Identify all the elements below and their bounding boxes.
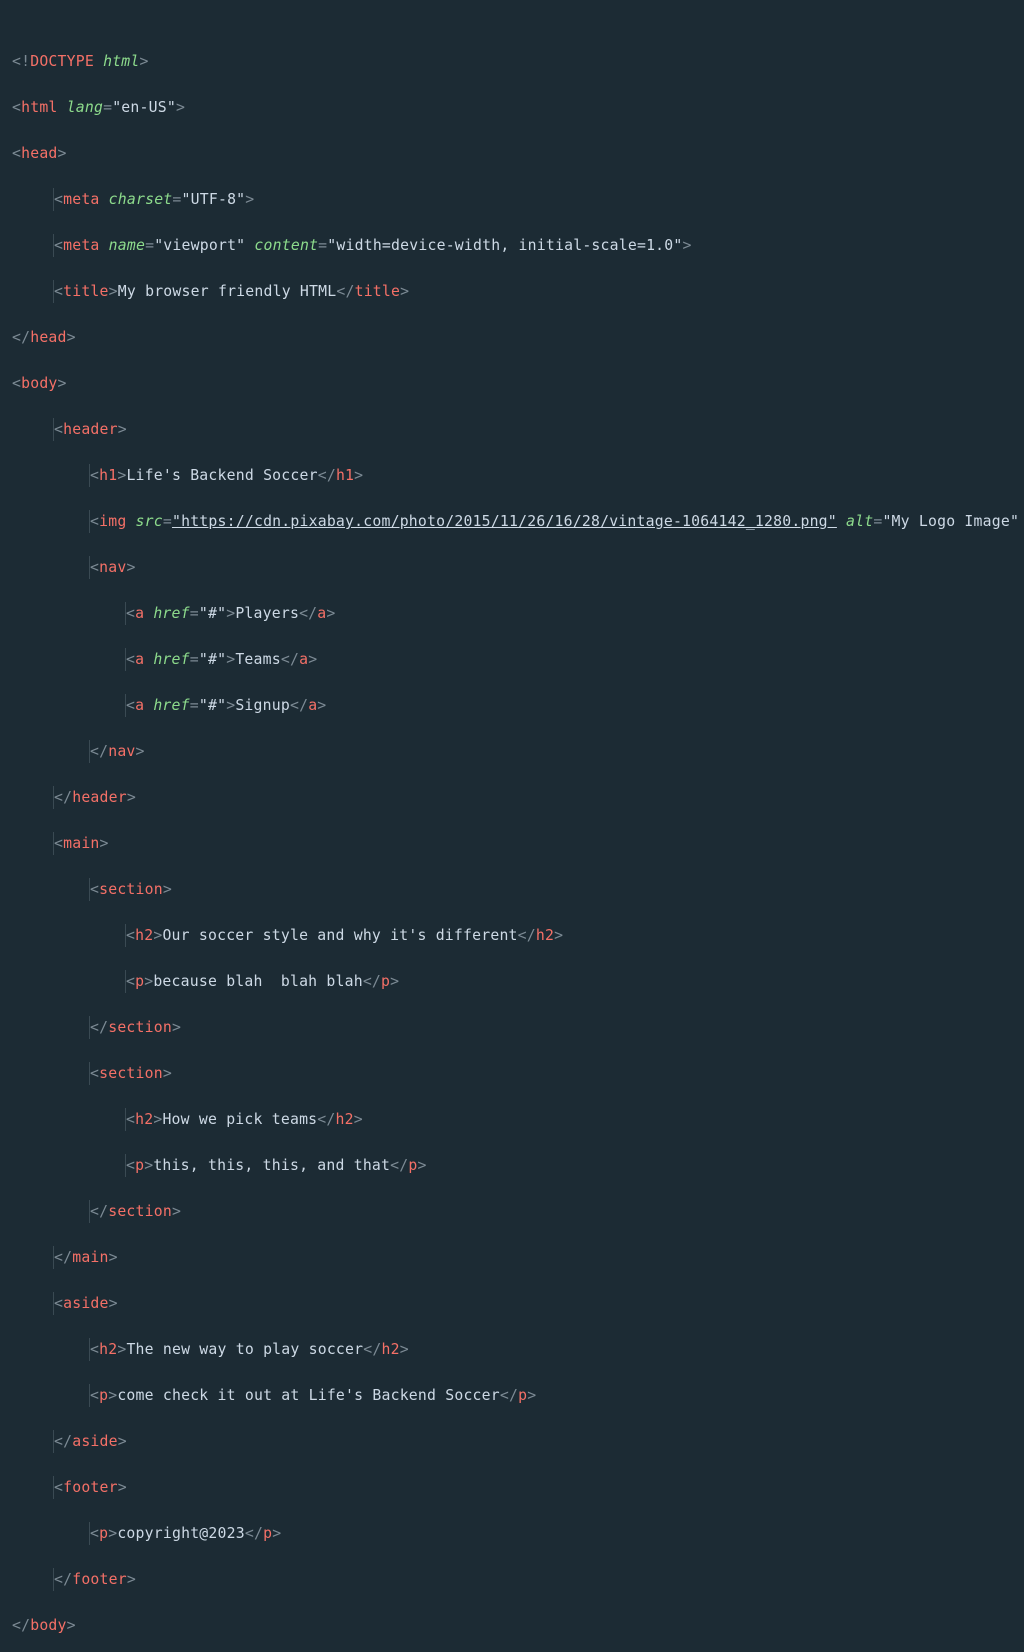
code-line: <section> <box>6 878 1018 901</box>
code-line: <body> <box>6 372 1018 395</box>
code-line: </aside> <box>6 1430 1018 1453</box>
code-line: <title>My browser friendly HTML</title> <box>6 280 1018 303</box>
code-line: <header> <box>6 418 1018 441</box>
code-line: <p>copyright@2023</p> <box>6 1522 1018 1545</box>
code-line: </head> <box>6 326 1018 349</box>
code-line: <h2>How we pick teams</h2> <box>6 1108 1018 1131</box>
code-line: <head> <box>6 142 1018 165</box>
code-line: <meta name="viewport" content="width=dev… <box>6 234 1018 257</box>
code-line: <p>because blah blah blah</p> <box>6 970 1018 993</box>
code-line: <nav> <box>6 556 1018 579</box>
code-line: <footer> <box>6 1476 1018 1499</box>
code-line: </main> <box>6 1246 1018 1269</box>
code-line: <html lang="en-US"> <box>6 96 1018 119</box>
code-line: <section> <box>6 1062 1018 1085</box>
code-line: <p>come check it out at Life's Backend S… <box>6 1384 1018 1407</box>
code-line: <main> <box>6 832 1018 855</box>
code-line: <a href="#">Teams</a> <box>6 648 1018 671</box>
code-line: <meta charset="UTF-8"> <box>6 188 1018 211</box>
code-line: <a href="#">Players</a> <box>6 602 1018 625</box>
code-line: </nav> <box>6 740 1018 763</box>
code-line: <p>this, this, this, and that</p> <box>6 1154 1018 1177</box>
code-line: </section> <box>6 1200 1018 1223</box>
code-line: <h2>Our soccer style and why it's differ… <box>6 924 1018 947</box>
code-line: <h1>Life's Backend Soccer</h1> <box>6 464 1018 487</box>
code-line: <h2>The new way to play soccer</h2> <box>6 1338 1018 1361</box>
code-line: </section> <box>6 1016 1018 1039</box>
code-line: </body> <box>6 1614 1018 1637</box>
code-line: <a href="#">Signup</a> <box>6 694 1018 717</box>
code-line: <img src="https://cdn.pixabay.com/photo/… <box>6 510 1018 533</box>
code-line: <aside> <box>6 1292 1018 1315</box>
code-line: </header> <box>6 786 1018 809</box>
code-line: </footer> <box>6 1568 1018 1591</box>
code-editor[interactable]: <!DOCTYPE html> <html lang="en-US"> <hea… <box>0 0 1024 1652</box>
code-line: <!DOCTYPE html> <box>6 50 1018 73</box>
